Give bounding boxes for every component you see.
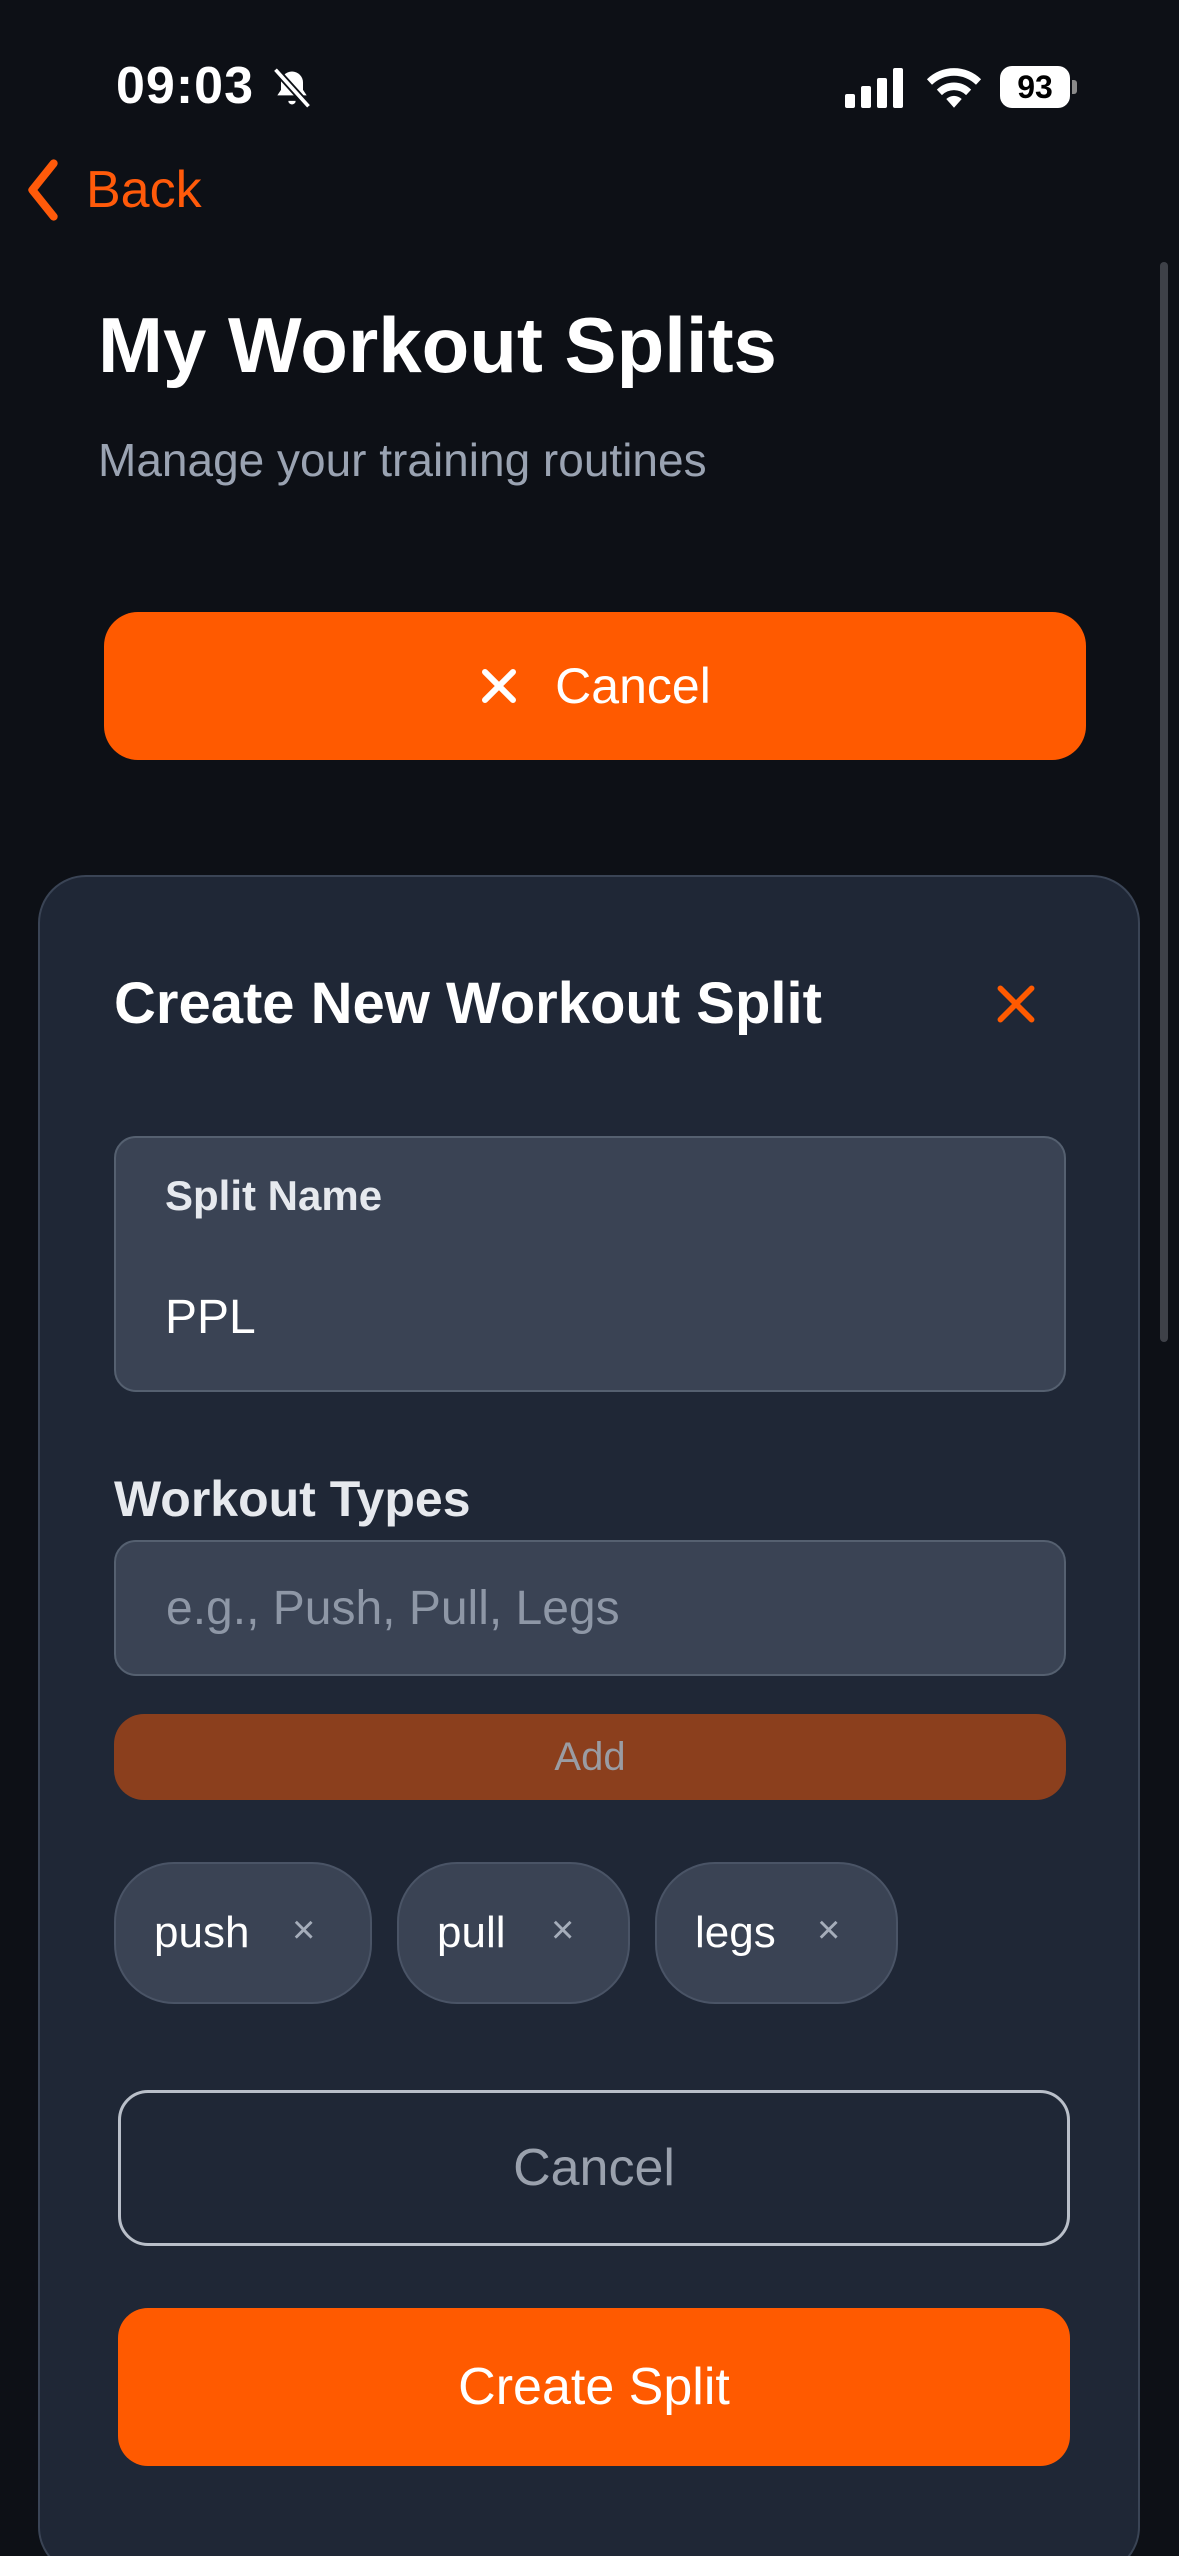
chevron-left-icon [28, 159, 58, 221]
remove-chip-icon[interactable]: × [817, 1908, 840, 1953]
signal-icon [845, 68, 903, 108]
cancel-button[interactable]: Cancel [118, 2090, 1070, 2246]
battery-icon: 93 [1000, 66, 1078, 110]
chip-push: push × [114, 1862, 372, 2004]
back-label: Back [86, 161, 202, 219]
workout-types-input[interactable] [114, 1540, 1066, 1676]
page-title: My Workout Splits [98, 301, 777, 389]
create-split-button[interactable]: Create Split [118, 2308, 1070, 2466]
close-icon [482, 669, 517, 703]
remove-chip-icon[interactable]: × [551, 1908, 574, 1953]
close-form-icon[interactable] [990, 978, 1042, 1030]
cancel-create-button[interactable]: Cancel [104, 612, 1086, 760]
page-subtitle: Manage your training routines [98, 434, 707, 486]
chip-label: legs [695, 1908, 776, 1957]
back-button[interactable]: Back [22, 150, 202, 230]
status-time: 09:03 [116, 57, 254, 115]
split-name-value[interactable]: PPL [165, 1290, 256, 1345]
chip-label: push [154, 1908, 250, 1957]
remove-chip-icon[interactable]: × [292, 1908, 315, 1953]
workout-types-label: Workout Types [114, 1471, 471, 1527]
wifi-icon [926, 68, 982, 108]
battery-level: 93 [1000, 66, 1070, 108]
form-title: Create New Workout Split [114, 971, 822, 1036]
add-type-button[interactable]: Add [114, 1714, 1066, 1800]
split-name-label: Split Name [165, 1172, 383, 1219]
chip-label: pull [437, 1908, 506, 1957]
cancel-create-label: Cancel [555, 658, 711, 714]
bell-muted-icon [272, 67, 312, 109]
scrollbar[interactable] [1160, 262, 1168, 1342]
chip-legs: legs × [655, 1862, 898, 2004]
chip-pull: pull × [397, 1862, 630, 2004]
